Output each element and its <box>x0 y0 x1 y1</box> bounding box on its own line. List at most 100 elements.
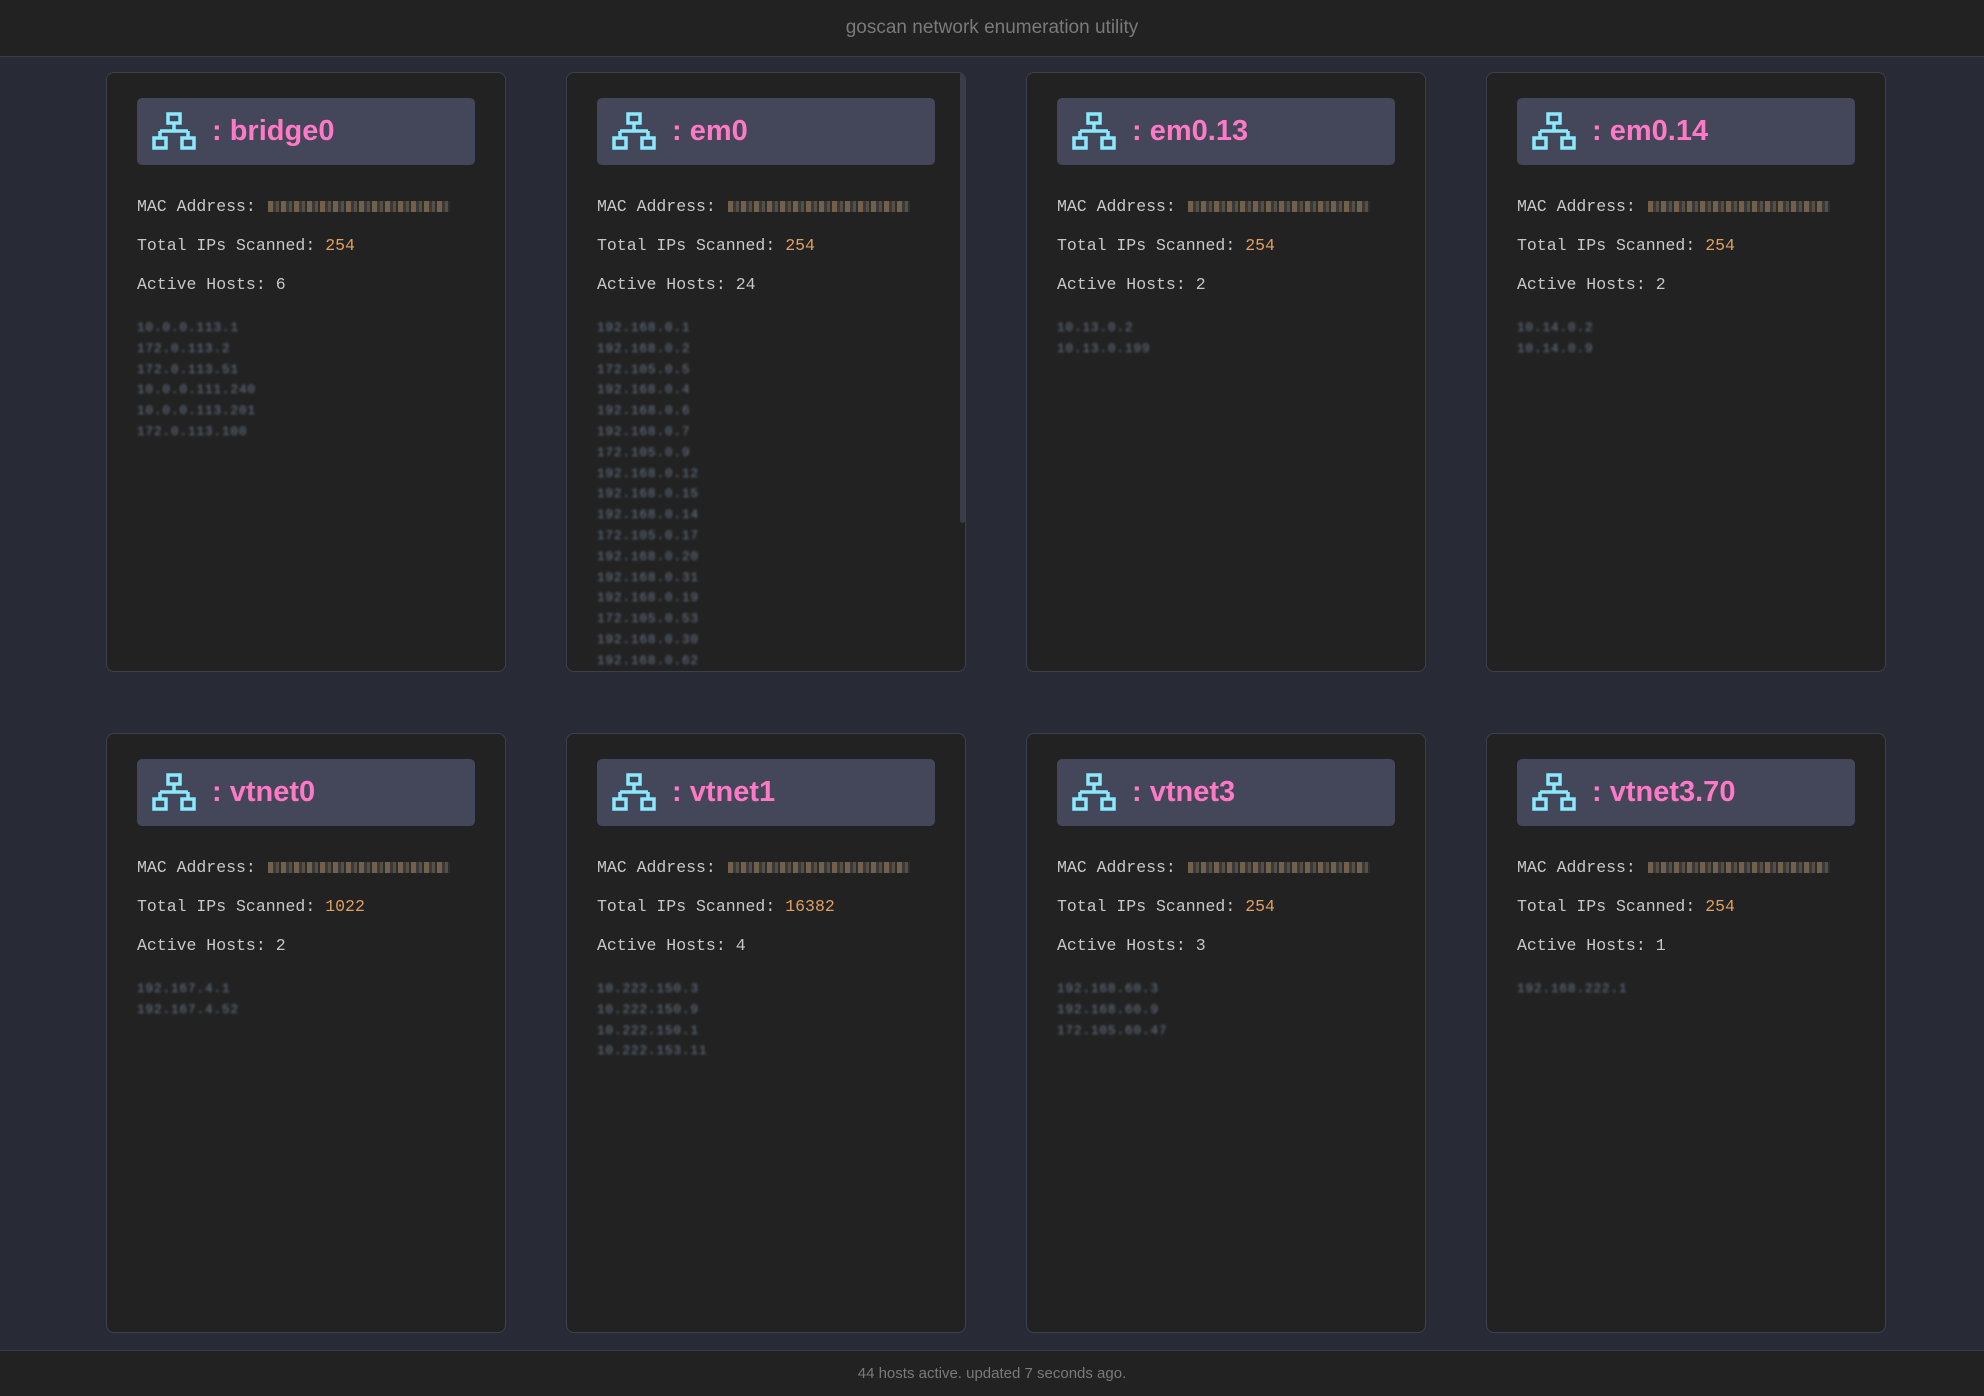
top-bar: goscan network enumeration utility <box>0 0 1984 57</box>
host-ip: 192.168.0.15 <box>597 484 935 505</box>
active-hosts-value: 6 <box>276 265 286 304</box>
host-ip: 172.105.0.5 <box>597 360 935 381</box>
interface-name: : vtnet0 <box>212 776 315 809</box>
interface-name: : bridge0 <box>212 115 334 148</box>
mac-value-redacted <box>1188 201 1370 212</box>
status-bar: 44 hosts active. updated 7 seconds ago. <box>0 1350 1984 1396</box>
host-ip: 192.168.222.1 <box>1517 979 1855 1000</box>
card-header: : vtnet0 <box>137 759 475 826</box>
interface-card: : em0.14 MAC Address: Total IPs Scanned:… <box>1486 72 1886 672</box>
active-hosts-label: Active Hosts: <box>137 926 266 965</box>
mac-row: MAC Address: <box>1517 187 1855 226</box>
mac-label: MAC Address: <box>137 187 256 226</box>
host-ip: 10.13.0.2 <box>1057 318 1395 339</box>
host-ip: 172.105.0.17 <box>597 526 935 547</box>
host-ip: 10.222.150.9 <box>597 1000 935 1021</box>
active-hosts-row: Active Hosts:1 <box>1517 926 1855 965</box>
host-ip: 10.14.0.2 <box>1517 318 1855 339</box>
total-ips-label: Total IPs Scanned: <box>1517 226 1695 265</box>
mac-value-redacted <box>1648 862 1830 873</box>
interface-name: : vtnet1 <box>672 776 775 809</box>
interface-card: : vtnet1 MAC Address: Total IPs Scanned:… <box>566 733 966 1333</box>
card-header: : bridge0 <box>137 98 475 165</box>
interface-card: : em0.13 MAC Address: Total IPs Scanned:… <box>1026 72 1426 672</box>
mac-value-redacted <box>1188 862 1370 873</box>
total-ips-value: 254 <box>1245 887 1275 926</box>
mac-label: MAC Address: <box>1057 848 1176 887</box>
total-ips-row: Total IPs Scanned: 16382 <box>597 887 935 926</box>
mac-label: MAC Address: <box>1057 187 1176 226</box>
card-header: : vtnet1 <box>597 759 935 826</box>
interface-card: : vtnet3 MAC Address: Total IPs Scanned:… <box>1026 733 1426 1333</box>
host-ip: 10.222.150.1 <box>597 1021 935 1042</box>
interface-name: : em0.13 <box>1132 115 1248 148</box>
mac-row: MAC Address: <box>137 848 475 887</box>
host-list: 192.168.60.3192.168.60.9172.105.60.47 <box>1057 979 1395 1041</box>
mac-row: MAC Address: <box>1517 848 1855 887</box>
total-ips-label: Total IPs Scanned: <box>137 887 315 926</box>
mac-label: MAC Address: <box>597 848 716 887</box>
card-header: : vtnet3.70 <box>1517 759 1855 826</box>
host-ip: 10.14.0.9 <box>1517 339 1855 360</box>
host-ip: 192.167.4.1 <box>137 979 475 1000</box>
host-ip: 10.0.0.113.201 <box>137 401 475 422</box>
interface-card: : vtnet3.70 MAC Address: Total IPs Scann… <box>1486 733 1886 1333</box>
total-ips-value: 254 <box>325 226 355 265</box>
active-hosts-row: Active Hosts: 4 <box>597 926 935 965</box>
interface-card: : em0 MAC Address: Total IPs Scanned:254… <box>566 72 966 672</box>
host-ip: 172.0.113.100 <box>137 422 475 443</box>
host-ip: 172.0.113.51 <box>137 360 475 381</box>
network-icon <box>151 773 197 813</box>
total-ips-label: Total IPs Scanned: <box>597 887 775 926</box>
active-hosts-row: Active Hosts:3 <box>1057 926 1395 965</box>
interface-card: : bridge0 MAC Address: Total IPs Scanned… <box>106 72 506 672</box>
network-icon <box>151 112 197 152</box>
mac-value-redacted <box>728 862 910 873</box>
host-ip: 192.168.0.20 <box>597 547 935 568</box>
card-header: : em0.14 <box>1517 98 1855 165</box>
active-hosts-row: Active Hosts:2 <box>137 926 475 965</box>
host-list: 10.14.0.210.14.0.9 <box>1517 318 1855 360</box>
host-ip: 10.0.0.113.1 <box>137 318 475 339</box>
mac-row: MAC Address: <box>1057 187 1395 226</box>
interface-card: : vtnet0 MAC Address: Total IPs Scanned:… <box>106 733 506 1333</box>
total-ips-row: Total IPs Scanned:254 <box>1057 226 1395 265</box>
host-ip: 192.168.0.6 <box>597 401 935 422</box>
card-header: : vtnet3 <box>1057 759 1395 826</box>
active-hosts-value: 2 <box>1656 265 1666 304</box>
active-hosts-value: 2 <box>1196 265 1206 304</box>
host-ip: 10.222.153.11 <box>597 1041 935 1062</box>
total-ips-row: Total IPs Scanned: 1022 <box>137 887 475 926</box>
host-ip: 192.168.0.31 <box>597 568 935 589</box>
mac-value-redacted <box>1648 201 1830 212</box>
active-hosts-label: Active Hosts: <box>1057 926 1186 965</box>
host-ip: 192.168.0.12 <box>597 464 935 485</box>
network-icon <box>611 773 657 813</box>
mac-label: MAC Address: <box>597 187 716 226</box>
host-ip: 192.168.0.7 <box>597 422 935 443</box>
total-ips-row: Total IPs Scanned:254 <box>137 226 475 265</box>
host-ip: 192.168.60.3 <box>1057 979 1395 1000</box>
active-hosts-value: 24 <box>736 265 756 304</box>
total-ips-value: 254 <box>785 226 815 265</box>
total-ips-value: 16382 <box>785 887 835 926</box>
host-ip: 192.168.0.14 <box>597 505 935 526</box>
active-hosts-row: Active Hosts:2 <box>1517 265 1855 304</box>
total-ips-value: 1022 <box>325 887 365 926</box>
total-ips-row: Total IPs Scanned:254 <box>1517 887 1855 926</box>
active-hosts-label: Active Hosts: <box>597 926 726 965</box>
active-hosts-value: 4 <box>736 926 746 965</box>
host-ip: 192.168.0.4 <box>597 380 935 401</box>
host-list-scrollbar[interactable] <box>960 73 965 523</box>
total-ips-value: 254 <box>1705 226 1735 265</box>
host-ip: 172.105.0.9 <box>597 443 935 464</box>
total-ips-row: Total IPs Scanned:254 <box>597 226 935 265</box>
card-header: : em0.13 <box>1057 98 1395 165</box>
host-ip: 192.168.0.19 <box>597 588 935 609</box>
interface-name: : em0.14 <box>1592 115 1708 148</box>
host-list: 10.13.0.210.13.0.199 <box>1057 318 1395 360</box>
host-list: 10.0.0.113.1172.0.113.2172.0.113.5110.0.… <box>137 318 475 443</box>
mac-row: MAC Address: <box>597 187 935 226</box>
active-hosts-label: Active Hosts: <box>1517 926 1646 965</box>
mac-row: MAC Address: <box>597 848 935 887</box>
